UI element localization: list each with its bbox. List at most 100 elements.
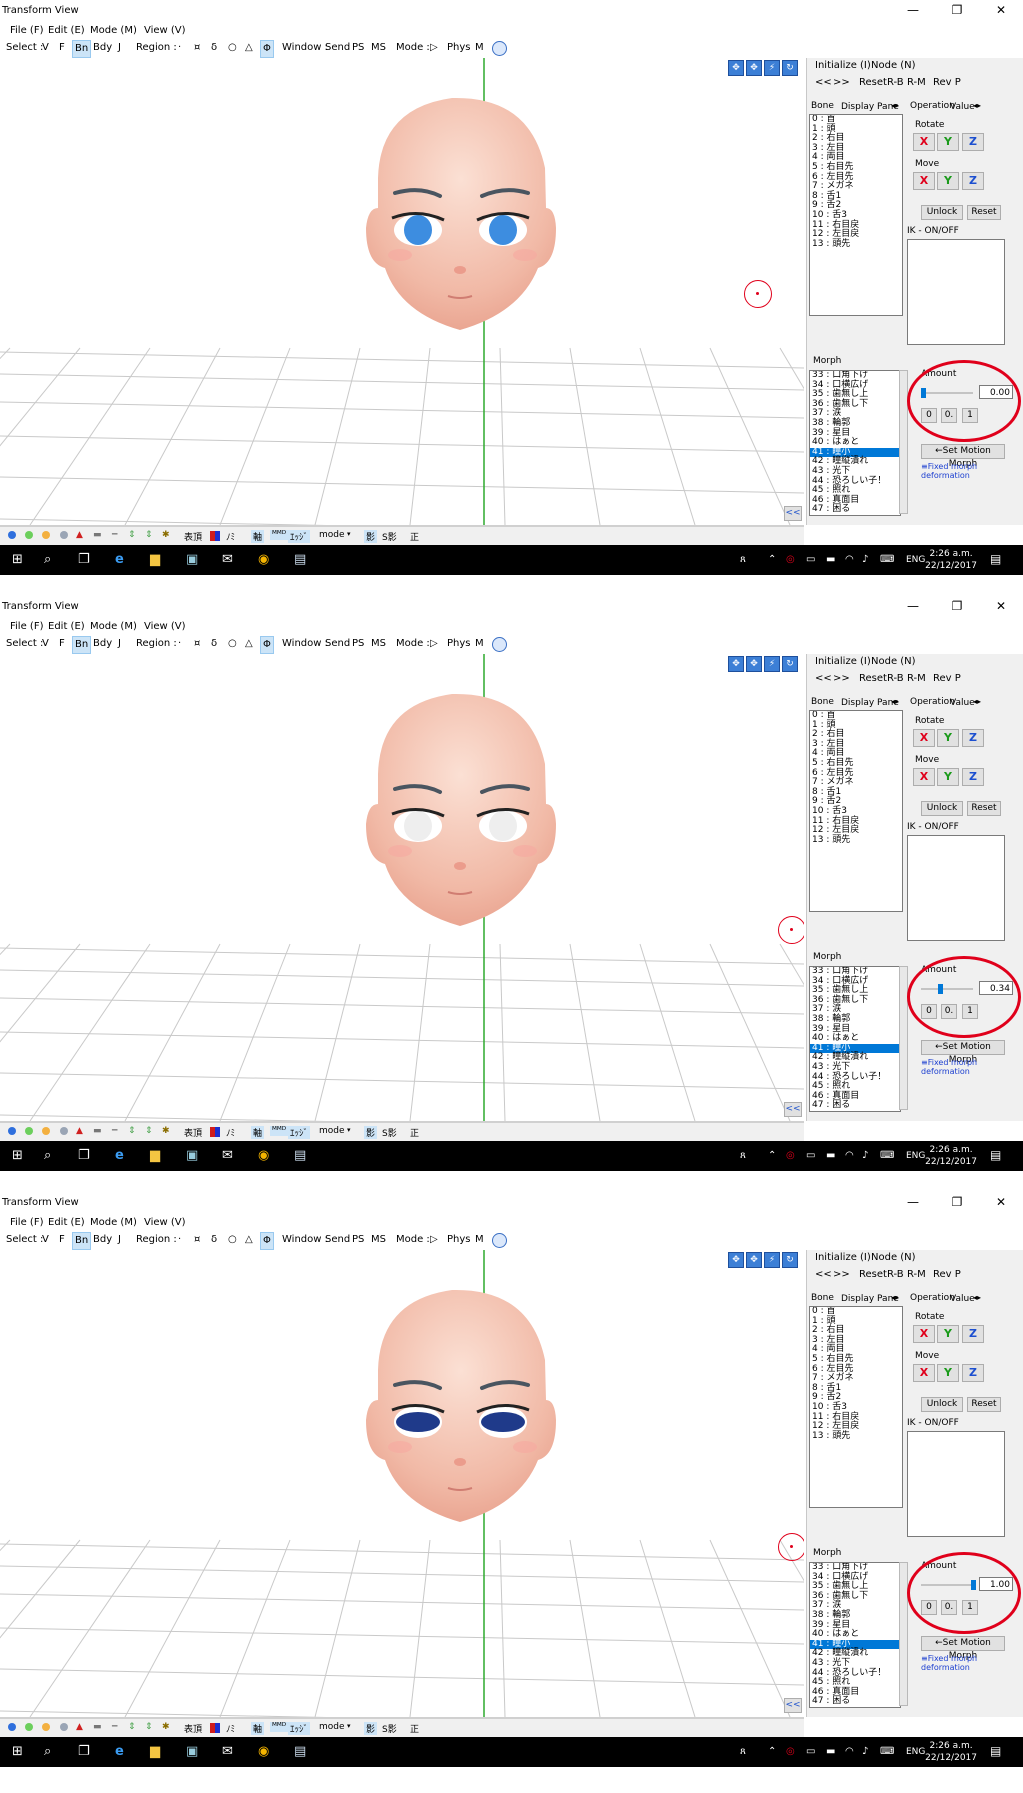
collapse-panel-button[interactable]: << xyxy=(784,1102,802,1117)
move-z-button[interactable]: Z xyxy=(962,768,984,786)
revp-button[interactable]: Rev P xyxy=(933,673,961,684)
bb-sei[interactable]: 正 xyxy=(410,1126,419,1139)
region-phi[interactable]: Φ xyxy=(260,1232,274,1250)
bb-hyocho[interactable]: 表頂 xyxy=(184,530,202,543)
move-gizmo2-icon[interactable]: ✥ xyxy=(746,60,762,76)
notification-icon[interactable]: ▤ xyxy=(990,1148,1001,1162)
bb-orange-dot-icon[interactable] xyxy=(42,531,50,539)
tab-operation[interactable]: Operation xyxy=(910,697,955,707)
window-ms[interactable]: MS xyxy=(371,1234,386,1245)
bb-mode-chevron-icon[interactable]: ▾ xyxy=(347,530,351,538)
mmd-app-icon[interactable]: ▤ xyxy=(294,552,306,567)
morph-list-item[interactable]: 47 : 困る xyxy=(810,1697,900,1707)
tab-scroll-arrows-icon[interactable]: ◂▸ xyxy=(891,1293,899,1302)
tray-chevron-icon[interactable]: ⌃ xyxy=(768,554,776,565)
set-motion-morph-button[interactable]: ←Set Motion Morph xyxy=(921,444,1005,469)
close-icon[interactable]: ✕ xyxy=(979,596,1023,618)
morph-scrollbar[interactable] xyxy=(899,370,908,514)
unlock-button[interactable]: Unlock xyxy=(921,205,963,220)
people-icon[interactable]: ጸ xyxy=(740,1150,746,1161)
rotate-gizmo-icon[interactable]: ↻ xyxy=(782,656,798,672)
rotate-x-button[interactable]: X xyxy=(913,729,935,747)
bb-updown-icon[interactable]: ⇕ xyxy=(128,530,136,540)
bb-hyocho[interactable]: 表頂 xyxy=(184,1722,202,1735)
bb-shadow[interactable]: 影 xyxy=(364,1126,378,1139)
taskbar-clock[interactable]: 2:26 a.m. 22/12/2017 xyxy=(925,1740,977,1764)
bb-axis[interactable]: 軸 xyxy=(251,1126,265,1139)
light-icon[interactable]: ⚡ xyxy=(764,1252,780,1268)
bb-sei[interactable]: 正 xyxy=(410,1722,419,1735)
wifi-icon[interactable]: ◠ xyxy=(845,554,854,565)
volume-icon[interactable]: ♪ xyxy=(862,1746,868,1757)
tab-value[interactable]: Value xyxy=(950,102,975,112)
bb-mode-select[interactable]: mode xyxy=(319,530,345,540)
morph-list-item[interactable]: 47 : 困る xyxy=(810,1101,900,1111)
move-x-button[interactable]: X xyxy=(913,768,935,786)
bb-updown-icon[interactable]: ⇕ xyxy=(128,1126,136,1136)
bb-arrows-icon[interactable]: ⇕ xyxy=(145,1722,153,1732)
window-ps[interactable]: PS xyxy=(352,638,364,649)
task-view-icon[interactable]: ❐ xyxy=(78,1148,90,1163)
bb-hyocho[interactable]: 表頂 xyxy=(184,1126,202,1139)
move-gizmo2-icon[interactable]: ✥ xyxy=(746,656,762,672)
morph-list[interactable]: 33 : 口角下げ 34 : 口横広げ 35 : 歯無し上 36 : 歯無し下 37 :… xyxy=(809,370,901,516)
select-f[interactable]: F xyxy=(59,638,65,649)
restore-icon[interactable]: ❐ xyxy=(935,596,979,618)
rotate-x-button[interactable]: X xyxy=(913,133,935,151)
globe-icon[interactable] xyxy=(492,41,507,56)
wifi-icon[interactable]: ◠ xyxy=(845,1746,854,1757)
revp-button[interactable]: Rev P xyxy=(933,1269,961,1280)
bb-line-icon[interactable]: ▬ xyxy=(93,1126,102,1136)
bb-dash-icon[interactable]: ━ xyxy=(112,1722,117,1732)
store-icon[interactable]: ▣ xyxy=(186,1148,198,1163)
select-bdy[interactable]: Bdy xyxy=(93,638,112,649)
bb-dash-icon[interactable]: ━ xyxy=(112,1126,117,1136)
nav-next-button[interactable]: >> xyxy=(833,1269,850,1280)
bb-mode-select[interactable]: mode xyxy=(319,1722,345,1732)
select-v[interactable]: V xyxy=(42,1234,49,1245)
people-icon[interactable]: ጸ xyxy=(740,1746,746,1757)
notification-icon[interactable]: ▤ xyxy=(990,1744,1001,1758)
menu-edit[interactable]: Edit (E) xyxy=(48,621,85,632)
select-bdy[interactable]: Bdy xyxy=(93,1234,112,1245)
reset-pose-button[interactable]: Reset xyxy=(859,77,887,88)
move-y-button[interactable]: Y xyxy=(937,768,959,786)
region-delta[interactable]: δ xyxy=(211,638,217,649)
bb-dash-icon[interactable]: ━ xyxy=(112,530,117,540)
tray-chevron-icon[interactable]: ⌃ xyxy=(768,1150,776,1161)
bb-shadow[interactable]: 影 xyxy=(364,1722,378,1735)
language-indicator[interactable]: ENG xyxy=(906,1151,925,1161)
tray-app-icon[interactable]: ◎ xyxy=(786,1746,795,1757)
region-dot[interactable]: · xyxy=(178,42,181,53)
ik-list[interactable] xyxy=(907,1431,1005,1537)
morph-list[interactable]: 33 : 口角下げ 34 : 口横広げ 35 : 歯無し上 36 : 歯無し下 37 :… xyxy=(809,1562,901,1708)
keyboard-icon[interactable]: ⌨ xyxy=(880,1746,894,1757)
collapse-panel-button[interactable]: << xyxy=(784,1698,802,1713)
menu-view[interactable]: View (V) xyxy=(144,621,186,632)
select-v[interactable]: V xyxy=(42,42,49,53)
reset-button[interactable]: Reset xyxy=(967,801,1001,816)
morph-list[interactable]: 33 : 口角下げ 34 : 口横広げ 35 : 歯無し上 36 : 歯無し下 37 :… xyxy=(809,966,901,1112)
tab-scroll-arrows2-icon[interactable]: ◂▸ xyxy=(973,101,981,110)
wifi-icon[interactable]: ◠ xyxy=(845,1150,854,1161)
unlock-button[interactable]: Unlock xyxy=(921,801,963,816)
morph-scrollbar[interactable] xyxy=(899,966,908,1110)
tab-bone[interactable]: Bone xyxy=(811,1293,834,1303)
bb-green-dot-icon[interactable] xyxy=(25,1723,33,1731)
tab-value[interactable]: Value xyxy=(950,698,975,708)
initialize-button[interactable]: Initialize (I) xyxy=(815,60,871,71)
window-send[interactable]: Send xyxy=(325,42,350,53)
collapse-panel-button[interactable]: << xyxy=(784,506,802,521)
mmd-app-icon[interactable]: ▤ xyxy=(294,1148,306,1163)
taskbar-clock[interactable]: 2:26 a.m. 22/12/2017 xyxy=(925,1144,977,1168)
region-dot[interactable]: · xyxy=(178,1234,181,1245)
rm-button[interactable]: R-M xyxy=(907,673,926,684)
rotate-z-button[interactable]: Z xyxy=(962,133,984,151)
menu-file[interactable]: File (F) xyxy=(10,1217,43,1228)
mode-phys[interactable]: Phys xyxy=(447,42,471,53)
battery-icon[interactable]: ▬ xyxy=(826,554,835,565)
rb-button[interactable]: R-B xyxy=(887,1269,904,1280)
minimize-icon[interactable]: — xyxy=(891,596,935,618)
3d-viewport[interactable]: ✥ ✥ ⚡ ↻ xyxy=(0,58,804,526)
revp-button[interactable]: Rev P xyxy=(933,77,961,88)
